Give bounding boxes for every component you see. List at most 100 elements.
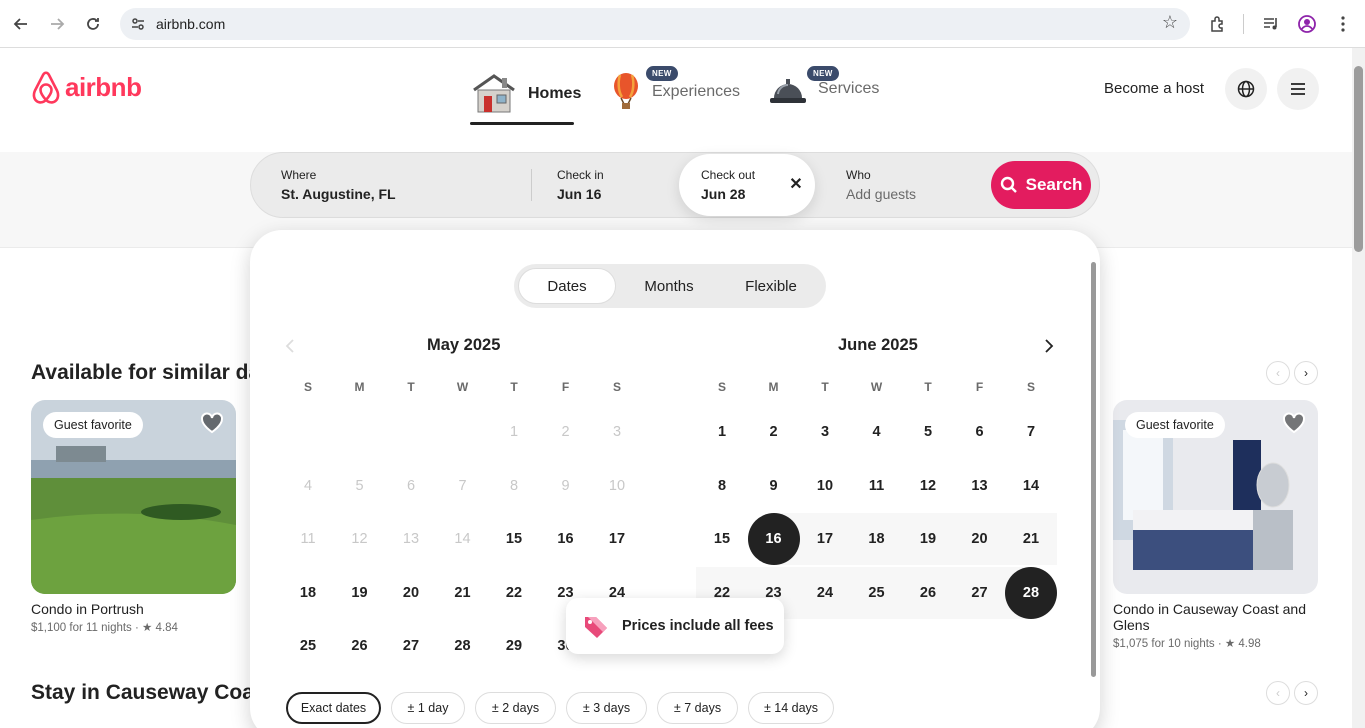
calendar-day: 8 xyxy=(509,477,519,494)
calendar-day[interactable]: 7 xyxy=(1005,406,1057,458)
extensions-icon[interactable] xyxy=(1206,12,1230,36)
calendar-day[interactable]: 4 xyxy=(851,406,903,458)
calendar-day[interactable]: 3 xyxy=(799,406,851,458)
site-settings-icon[interactable] xyxy=(126,12,150,36)
clear-checkout-icon[interactable]: ✕ xyxy=(787,176,805,194)
main-menu-button[interactable] xyxy=(1277,68,1319,110)
calendar-day: 2 xyxy=(561,424,570,440)
profile-avatar-icon[interactable] xyxy=(1295,12,1319,36)
calendar-day[interactable]: 26 xyxy=(902,567,954,619)
calendar-day[interactable]: 15 xyxy=(488,513,540,565)
calendar-day: 1 xyxy=(509,424,519,440)
heart-icon[interactable] xyxy=(200,412,224,434)
back-icon[interactable] xyxy=(9,12,33,36)
chip-exact-dates[interactable]: Exact dates xyxy=(286,692,381,724)
calendar-day[interactable]: 19 xyxy=(334,567,386,619)
weekday-header: T xyxy=(407,380,415,394)
listing-image-portrush[interactable]: Guest favorite xyxy=(31,400,236,594)
calendar-day[interactable]: 29 xyxy=(488,620,540,672)
calendar-day[interactable]: 27 xyxy=(954,567,1006,619)
calendar-day[interactable]: 27 xyxy=(385,620,437,672)
heart-icon[interactable] xyxy=(1282,412,1306,434)
calendar-day[interactable]: 12 xyxy=(902,460,954,512)
listing-title[interactable]: Condo in Causeway Coast and Glens xyxy=(1113,601,1313,633)
where-field[interactable]: Where St. Augustine, FL xyxy=(251,153,531,217)
media-control-icon[interactable] xyxy=(1259,12,1283,36)
tab-experiences-label: Experiences xyxy=(652,83,741,100)
calendar-day[interactable]: 20 xyxy=(385,567,437,619)
who-label: Who xyxy=(846,168,871,182)
calendar-day[interactable]: 21 xyxy=(437,567,489,619)
carousel-prev-button[interactable]: ‹ xyxy=(1266,361,1290,385)
chip-1-day[interactable]: ± 1 day xyxy=(391,692,465,724)
carousel-prev-button[interactable]: ‹ xyxy=(1266,681,1290,705)
carousel-next-button[interactable]: › xyxy=(1294,361,1318,385)
calendar-day[interactable]: 16 xyxy=(540,513,592,565)
chip-7-days[interactable]: ± 7 days xyxy=(657,692,738,724)
calendar-day[interactable]: 17 xyxy=(799,513,851,565)
calendar-day[interactable]: 9 xyxy=(748,460,800,512)
weekday-header: M xyxy=(354,380,365,394)
chip-3-days[interactable]: ± 3 days xyxy=(566,692,647,724)
calendar-day[interactable]: 14 xyxy=(1005,460,1057,512)
calendar-day[interactable]: 10 xyxy=(799,460,851,512)
calendar-day[interactable]: 28 xyxy=(437,620,489,672)
calendar-day[interactable]: 15 xyxy=(696,513,748,565)
calendar-day[interactable]: 2 xyxy=(748,406,800,458)
calendar-day[interactable]: 24 xyxy=(799,567,851,619)
chip-14-days[interactable]: ± 14 days xyxy=(748,692,834,724)
window-scrollbar-thumb[interactable] xyxy=(1354,66,1363,252)
chip-2-days[interactable]: ± 2 days xyxy=(475,692,556,724)
listing-price: $1,100 for 11 nights · ★ 4.84 xyxy=(31,622,178,634)
address-bar[interactable]: airbnb.com ☆ xyxy=(120,8,1190,40)
calendar-day[interactable]: 20 xyxy=(954,513,1006,565)
calendar-day[interactable]: 8 xyxy=(696,460,748,512)
who-field[interactable]: Who Add guests xyxy=(816,153,976,217)
reload-icon[interactable] xyxy=(81,12,105,36)
calendar-day[interactable]: 6 xyxy=(954,406,1006,458)
calendar-day[interactable]: 5 xyxy=(902,406,954,458)
calendar-day[interactable]: 25 xyxy=(851,567,903,619)
weekday-header: S xyxy=(303,380,312,394)
calendar-day[interactable]: 18 xyxy=(282,567,334,619)
active-tab-indicator xyxy=(470,122,574,125)
calendar-day: 9 xyxy=(561,477,570,494)
calendar-day[interactable]: 26 xyxy=(334,620,386,672)
service-bell-icon xyxy=(770,79,806,103)
calendar-day[interactable]: 1 xyxy=(696,406,748,458)
calendar-day[interactable]: 11 xyxy=(851,460,903,512)
tab-homes-label: Homes xyxy=(528,85,582,102)
calendar-day[interactable]: 13 xyxy=(954,460,1006,512)
next-month-button[interactable] xyxy=(1037,334,1061,358)
tab-dates[interactable]: Dates xyxy=(518,268,616,304)
calendar-day: 10 xyxy=(608,477,626,494)
calendar-day[interactable]: 22 xyxy=(488,567,540,619)
browser-menu-icon[interactable] xyxy=(1331,12,1355,36)
tab-flexible[interactable]: Flexible xyxy=(722,268,820,304)
airbnb-logo[interactable]: airbnb xyxy=(30,70,142,104)
listing-price: $1,075 for 10 nights · ★ 4.98 xyxy=(1113,638,1261,650)
calendar-day[interactable]: 19 xyxy=(902,513,954,565)
calendar-day[interactable]: 25 xyxy=(282,620,334,672)
checkout-field[interactable]: Check out Jun 28 ✕ xyxy=(679,154,815,216)
calendar-day: 13 xyxy=(402,531,420,547)
browser-toolbar: airbnb.com ☆ xyxy=(0,0,1365,48)
search-button[interactable]: Search xyxy=(991,161,1091,209)
calendar-day[interactable]: 18 xyxy=(851,513,903,565)
become-host-link[interactable]: Become a host xyxy=(1104,80,1204,97)
calendar-day[interactable]: 16 xyxy=(747,513,800,565)
tab-months[interactable]: Months xyxy=(620,268,718,304)
calendar-day[interactable]: 21 xyxy=(1005,513,1057,565)
calendar-day[interactable]: 17 xyxy=(591,513,643,565)
tab-homes[interactable]: Homes xyxy=(470,72,581,116)
listing-image-causeway[interactable]: Guest favorite xyxy=(1113,400,1318,594)
language-button[interactable] xyxy=(1225,68,1267,110)
forward-icon[interactable] xyxy=(45,12,69,36)
panel-scrollbar[interactable] xyxy=(1091,262,1096,677)
listing-title[interactable]: Condo in Portrush xyxy=(31,601,144,617)
carousel-next-button[interactable]: › xyxy=(1294,681,1318,705)
calendar-day[interactable]: 28 xyxy=(1005,566,1057,619)
bookmark-star-icon[interactable]: ☆ xyxy=(1162,12,1178,33)
prev-month-button[interactable] xyxy=(278,334,302,358)
checkin-field[interactable]: Check in Jun 16 xyxy=(527,153,677,217)
